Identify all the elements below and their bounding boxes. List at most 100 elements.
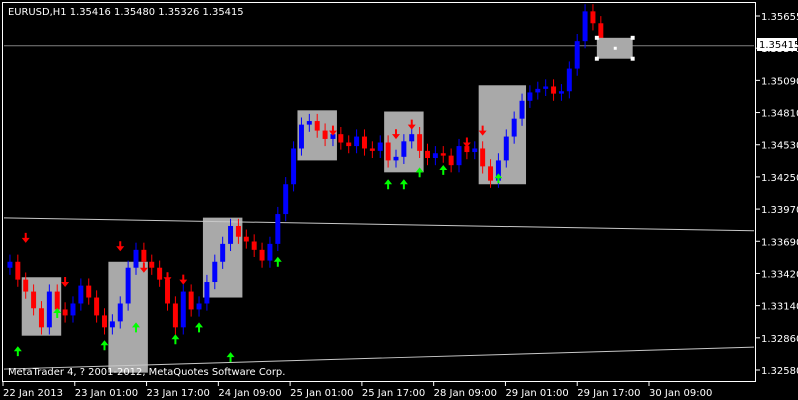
candle-body [574, 41, 580, 69]
candle-body [377, 142, 383, 151]
copyright-text: MetaTrader 4, ? 2001-2012, MetaQuotes So… [8, 367, 285, 378]
candle-body [519, 100, 525, 119]
candle-body [338, 134, 344, 143]
candle-body [267, 243, 273, 261]
price-tick-label: 1.33420 [761, 269, 798, 280]
candle-body [78, 285, 84, 304]
down-arrow-icon [116, 241, 125, 252]
candle-body [23, 279, 29, 292]
candle-body [46, 291, 52, 328]
selection-handle-bottom-left[interactable] [594, 56, 599, 61]
selection-handle-top-right[interactable] [630, 35, 635, 40]
price-tick-label: 1.33970 [761, 205, 798, 216]
zones-layer [21, 85, 527, 373]
candle-body [298, 124, 304, 149]
chart-window[interactable]: EURUSD,H1 1.35416 1.35480 1.35326 1.3541… [0, 0, 798, 400]
candle-body [401, 141, 407, 157]
candle-body [448, 155, 454, 166]
candle-body [117, 303, 123, 322]
price-tick-label: 1.34250 [761, 173, 798, 184]
candle-body [409, 134, 415, 142]
candle-body [393, 156, 399, 161]
price-tick-label: 1.33140 [761, 302, 798, 313]
candle-body [212, 261, 218, 283]
candle-body [472, 148, 478, 153]
up-arrow-icon [195, 322, 204, 333]
down-arrow-icon [179, 274, 188, 285]
candle-body [551, 86, 557, 94]
selection-handle-center[interactable] [613, 46, 617, 50]
candle-body [133, 249, 139, 268]
candle-body [243, 236, 249, 242]
price-tick-label: 1.33690 [761, 237, 798, 248]
price-tick-label: 1.34810 [761, 109, 798, 120]
time-tick-label: 25 Jan 01:00 [290, 388, 353, 399]
candle-body [259, 249, 265, 261]
symbol-info: EURUSD,H1 1.35416 1.35480 1.35326 1.3541… [8, 7, 244, 18]
candle-body [38, 308, 44, 328]
candle-body [480, 148, 486, 167]
candle-body [157, 267, 163, 280]
candle-body [440, 153, 446, 156]
down-arrow-icon [462, 137, 471, 148]
current-price-label: 1.35415 [759, 40, 798, 51]
candle-body [251, 241, 257, 250]
candle-body [165, 279, 171, 304]
candle-body [314, 121, 320, 131]
candle-body [535, 88, 541, 93]
selection-handle-top-left[interactable] [594, 35, 599, 40]
candle-body [141, 249, 147, 262]
candle-body [385, 142, 391, 161]
time-tick-label: 24 Jan 09:00 [218, 388, 281, 399]
up-arrow-icon [13, 346, 22, 357]
time-tick-label: 25 Jan 17:00 [362, 388, 425, 399]
candle-body [488, 166, 494, 181]
candle-body [70, 303, 76, 316]
time-tick-label: 30 Jan 09:00 [649, 388, 712, 399]
candle-body [590, 11, 596, 24]
price-axis[interactable]: 1.356551.353751.350901.348101.345301.342… [756, 2, 798, 382]
candle-body [125, 267, 131, 304]
time-axis[interactable]: 22 Jan 2013 23 Jan 01:00 23 Jan 17:00 24 Ja… [2, 382, 756, 400]
up-arrow-icon [273, 256, 282, 267]
candle-body [102, 315, 107, 328]
price-tick-label: 1.32580 [761, 366, 798, 377]
time-tick-label: 23 Jan 01:00 [75, 388, 138, 399]
time-tick-label: 29 Jan 01:00 [505, 388, 568, 399]
candle-body [15, 261, 21, 280]
up-arrow-icon [226, 352, 235, 363]
selected-rectangle-object[interactable] [594, 35, 635, 61]
channel-upper-line[interactable] [3, 217, 755, 232]
candle-body [180, 291, 186, 328]
candle-body [172, 303, 178, 328]
selection-handle-bottom-right[interactable] [630, 56, 635, 61]
time-tick-label: 28 Jan 09:00 [434, 388, 497, 399]
candle-body [354, 136, 360, 147]
candle-body [566, 68, 572, 92]
time-tick-label: 23 Jan 17:00 [147, 388, 210, 399]
candle-body [543, 86, 549, 89]
candle-body [558, 91, 564, 94]
down-arrow-icon [21, 232, 30, 243]
up-arrow-icon [439, 164, 448, 175]
candle-body [425, 150, 430, 159]
candle-body [7, 261, 13, 268]
down-arrow-icon [61, 277, 70, 288]
candle-body [306, 121, 312, 125]
candle-body [62, 309, 68, 316]
candle-body [417, 134, 423, 151]
candle-body [527, 92, 533, 101]
candle-body [432, 153, 438, 159]
candle-body [346, 142, 352, 147]
time-tick-label: 29 Jan 17:00 [577, 388, 640, 399]
up-arrow-icon [399, 179, 408, 190]
candle-body [204, 282, 210, 304]
candle-body [283, 184, 289, 215]
supply-demand-zone[interactable] [478, 85, 527, 185]
candle-body [361, 136, 367, 149]
price-chart[interactable]: EURUSD,H1 1.35416 1.35480 1.35326 1.3541… [2, 2, 756, 382]
up-arrow-icon [171, 334, 180, 345]
candle-body [582, 11, 588, 42]
price-tick-label: 1.34530 [761, 141, 798, 152]
candle-body [235, 225, 241, 237]
